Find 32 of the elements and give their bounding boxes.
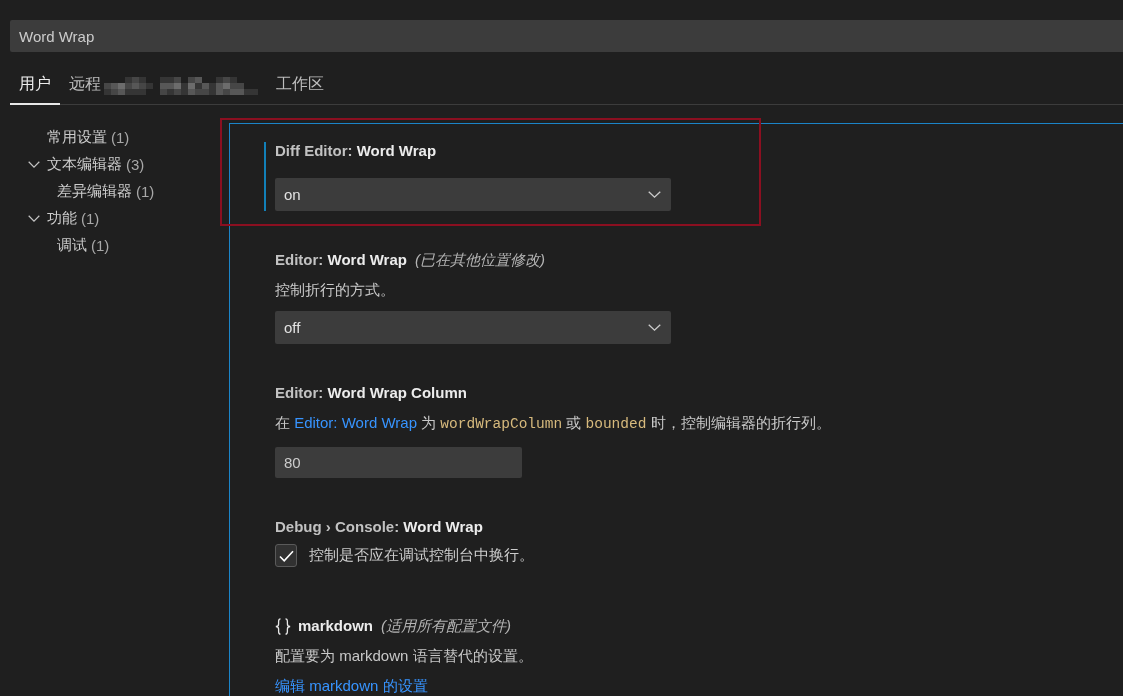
chevron-down-icon [28,215,40,222]
select-dropdown[interactable]: on [275,178,671,211]
settings-tab[interactable]: 用户 [10,66,60,105]
setting-title: markdown [298,617,373,635]
setting-description: 配置要为 markdown 语言替代的设置。 [275,647,533,665]
check-icon [278,549,294,562]
setting-title: Diff Editor: Word Wrap [275,142,437,160]
braces-icon [275,617,291,635]
number-input[interactable]: 80 [275,447,522,478]
chevron-down-icon [648,191,661,198]
chevron-down-icon [28,161,40,168]
setting-description: 在 Editor: Word Wrap 为 wordWrapColumn 或 bounded 时，控制编辑器的折行列。 [275,414,831,433]
setting-link[interactable]: Editor: Word Wrap [294,414,417,431]
toc-item[interactable]: 调试 (1) [10,232,229,259]
toc-item[interactable]: 常用设置 (1) [10,124,229,151]
modified-note: (已在其他位置修改) [414,251,545,269]
setting-title: Debug › Console: Word Wrap [275,518,483,536]
setting-title: Editor: Word Wrap [275,251,407,269]
toc-item[interactable]: 功能 (1) [10,205,229,232]
checkbox[interactable] [275,544,297,567]
toc-item[interactable]: 文本编辑器 (3) [10,151,229,178]
settings-tab[interactable]: 工作区 [267,66,333,105]
chevron-down-icon [648,324,661,331]
checkbox-label: 控制是否应在调试控制台中换行。 [309,546,534,565]
search-field[interactable]: Word Wrap [10,20,1123,52]
select-dropdown[interactable]: off [275,311,671,344]
settings-tab[interactable]: 远程 [60,66,267,105]
edit-settings-link[interactable]: 编辑 markdown 的设置 [275,677,428,694]
scope-note: (适用所有配置文件) [381,617,511,635]
setting-title: Editor: Word Wrap Column [275,384,467,402]
toc-item[interactable]: 差异编辑器 (1) [10,178,229,205]
setting-description: 控制折行的方式。 [275,281,395,299]
